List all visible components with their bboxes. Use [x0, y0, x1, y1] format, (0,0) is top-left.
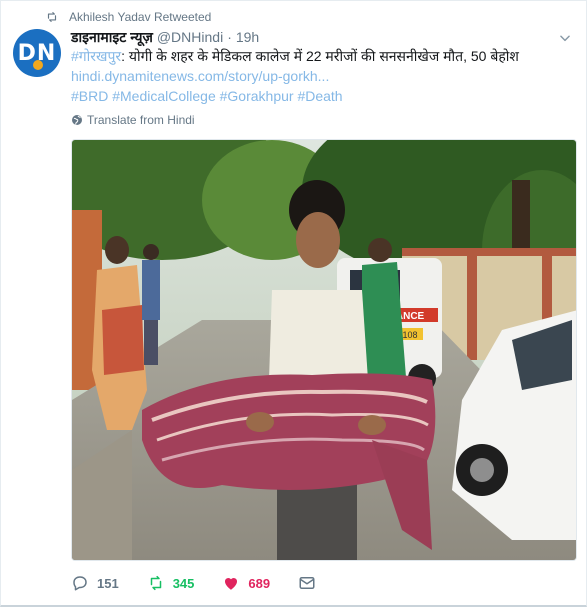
tweet-text: #गोरखपुर: योगी के शहर के मेडिकल कालेज मे… — [71, 46, 571, 106]
tweet-hashtags[interactable]: #BRD #MedicalCollege #Gorakhpur #Death — [71, 86, 571, 106]
like-button[interactable]: 689 — [222, 574, 270, 592]
like-count: 689 — [248, 575, 271, 591]
tweet-actions: 151 345 689 — [71, 573, 352, 593]
retweet-icon — [47, 12, 57, 22]
avatar-logo-dot — [33, 60, 43, 70]
translate-label: Translate from Hindi — [87, 113, 195, 127]
tweet-photo[interactable]: AMBULANCE 108 — [71, 139, 577, 561]
chevron-down-icon[interactable] — [558, 31, 572, 45]
retweet-banner: Akhilesh Yadav Retweeted — [45, 9, 211, 25]
reply-icon — [73, 576, 87, 591]
tweet-header: डाइनामाइट न्यूज़ @DNHindi · 19h — [71, 28, 556, 46]
display-name[interactable]: डाइनामाइट न्यूज़ — [71, 28, 153, 47]
globe-icon — [72, 115, 82, 125]
tweet-line-1: #गोरखपुर: योगी के शहर के मेडिकल कालेज मे… — [71, 46, 571, 66]
retweet-count: 345 — [172, 575, 195, 591]
heart-icon — [225, 577, 238, 590]
reply-count: 151 — [97, 575, 119, 591]
retweet-action-icon — [150, 575, 161, 591]
tweet-card[interactable]: Akhilesh Yadav Retweeted DN डाइनामाइट न्… — [0, 0, 587, 607]
direct-message-button[interactable] — [298, 574, 324, 592]
retweet-button[interactable]: 345 — [147, 574, 195, 592]
separator-dot: · — [227, 29, 232, 45]
retweet-banner-text[interactable]: Akhilesh Yadav Retweeted — [69, 10, 211, 24]
street-scene-image: AMBULANCE 108 — [72, 140, 576, 560]
tweet-body: : योगी के शहर के मेडिकल कालेज में 22 मरी… — [121, 48, 519, 64]
ambulance-plate: 108 — [402, 330, 417, 340]
reply-button[interactable]: 151 — [71, 574, 119, 592]
hashtag-gorakhpur[interactable]: #गोरखपुर — [71, 48, 121, 64]
tweet-link[interactable]: hindi.dynamitenews.com/story/up-gorkh... — [71, 66, 571, 86]
tweet-time[interactable]: 19h — [236, 29, 259, 45]
translate-button[interactable]: Translate from Hindi — [71, 113, 195, 127]
avatar[interactable]: DN — [13, 29, 61, 77]
user-handle[interactable]: @DNHindi — [157, 29, 223, 45]
envelope-icon — [299, 577, 315, 589]
